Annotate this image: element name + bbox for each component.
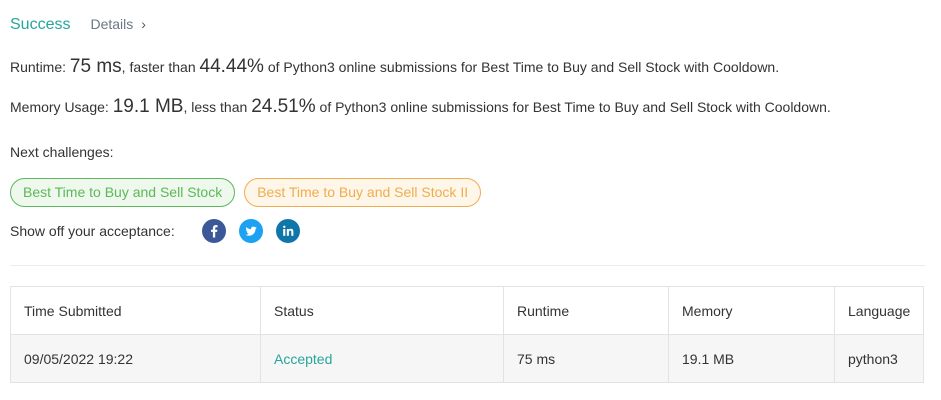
- challenge-chip-stock-i[interactable]: Best Time to Buy and Sell Stock: [10, 178, 236, 207]
- memory-label: Memory Usage:: [10, 99, 109, 115]
- facebook-icon[interactable]: [202, 219, 226, 243]
- table-header-row: Time Submitted Status Runtime Memory Lan…: [11, 287, 923, 335]
- runtime-stat: Runtime: 75 ms, faster than 44.44% of Py…: [10, 56, 779, 78]
- cell-time-submitted: 09/05/2022 19:22: [11, 335, 261, 382]
- cell-runtime: 75 ms: [504, 335, 669, 382]
- share-label: Show off your acceptance:: [10, 223, 175, 239]
- chevron-right-icon: ›: [141, 16, 146, 32]
- runtime-value: 75 ms: [69, 56, 122, 77]
- memory-value: 19.1 MB: [112, 96, 184, 117]
- runtime-comparison: , faster than: [121, 59, 196, 75]
- share-row: Show off your acceptance:: [10, 218, 313, 244]
- next-challenges-list: Best Time to Buy and Sell Stock Best Tim…: [10, 178, 482, 207]
- details-link[interactable]: Details ›: [90, 16, 145, 32]
- result-header: Success Details ›: [10, 16, 146, 38]
- memory-stat: Memory Usage: 19.1 MB, less than 24.51% …: [10, 96, 831, 118]
- runtime-suffix: of Python3 online submissions for Best T…: [267, 59, 780, 75]
- next-challenges-label: Next challenges:: [10, 144, 114, 160]
- column-header-time-submitted: Time Submitted: [11, 287, 261, 334]
- challenge-chip-stock-ii[interactable]: Best Time to Buy and Sell Stock II: [244, 178, 482, 207]
- memory-comparison: , less than: [183, 99, 248, 115]
- memory-suffix: of Python3 online submissions for Best T…: [319, 99, 831, 115]
- memory-percent: 24.51%: [251, 96, 316, 117]
- submission-table: Time Submitted Status Runtime Memory Lan…: [10, 286, 924, 383]
- column-header-language: Language: [848, 302, 911, 319]
- result-status-title: Success: [10, 16, 71, 33]
- cell-language: python3: [848, 350, 898, 367]
- column-header-status: Status: [261, 287, 504, 334]
- twitter-icon[interactable]: [239, 219, 263, 243]
- cell-memory: 19.1 MB: [669, 335, 835, 382]
- linkedin-icon[interactable]: [276, 219, 300, 243]
- column-header-memory: Memory: [669, 287, 835, 334]
- table-row: 09/05/2022 19:22 Accepted 75 ms 19.1 MB …: [11, 335, 923, 382]
- status-accepted-link[interactable]: Accepted: [274, 351, 332, 367]
- runtime-percent: 44.44%: [199, 56, 264, 77]
- cell-status: Accepted: [261, 335, 504, 382]
- section-divider: [10, 265, 925, 266]
- details-label: Details: [90, 16, 134, 32]
- column-header-runtime: Runtime: [504, 287, 669, 334]
- runtime-label: Runtime:: [10, 59, 67, 75]
